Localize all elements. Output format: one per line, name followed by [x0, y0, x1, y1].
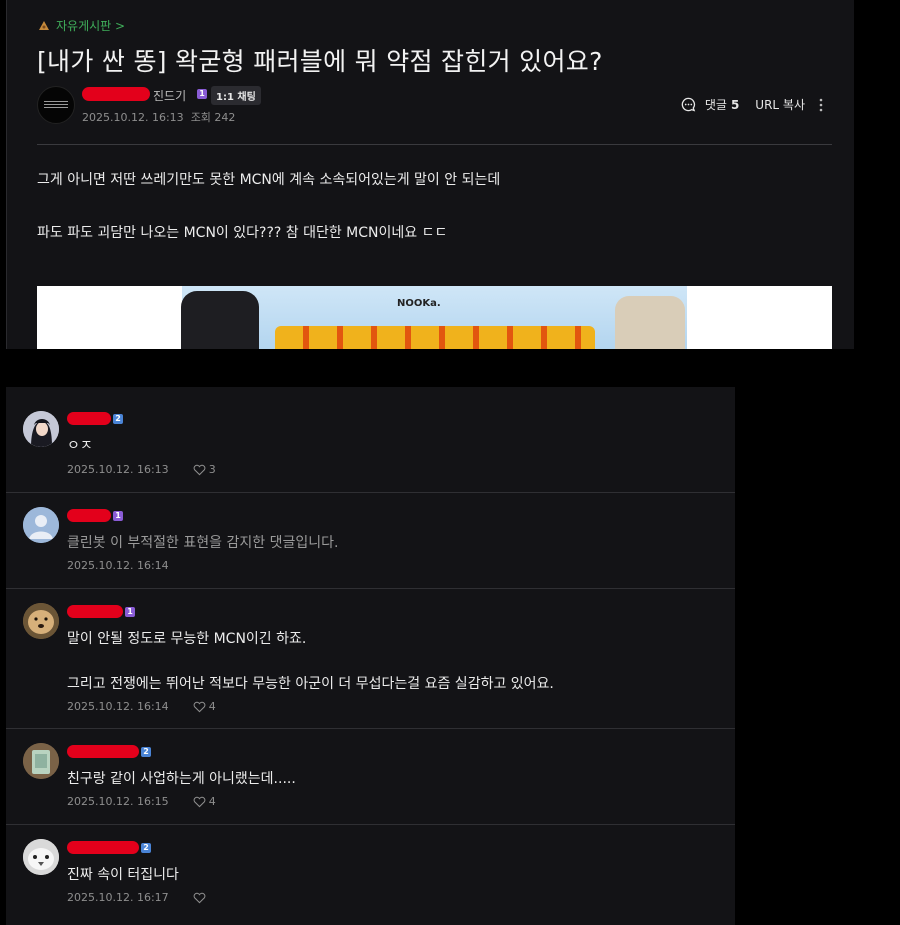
panel-border: [6, 0, 7, 349]
post-meta: 2025.10.12. 16:13 조회 242: [82, 109, 235, 125]
banner-chair-light: [615, 296, 685, 349]
comment-item: 2 친구랑 같이 사업하는게 아니랬는데..... 2025.10.12. 16…: [6, 729, 735, 825]
comment-list: 2 ㅇㅈ 2025.10.12. 16:13 3 1 클린봇 이 부적절한 표현…: [6, 387, 735, 925]
anime-avatar-icon: [23, 411, 59, 447]
comment-item: 2 ㅇㅈ 2025.10.12. 16:13 3: [6, 387, 735, 493]
chat-button[interactable]: 1:1 채팅: [211, 86, 261, 105]
author-level-badge: 1: [197, 89, 207, 99]
photo-avatar-icon: [23, 743, 59, 779]
commenter-name[interactable]: 2: [67, 745, 151, 758]
comment-date: 2025.10.12. 16:15: [67, 795, 169, 808]
commenter-name-redacted[interactable]: [67, 841, 139, 854]
default-person-icon: [23, 507, 59, 543]
comment-text: ㅇㅈ: [67, 438, 93, 454]
post-date: 2025.10.12. 16:13: [82, 111, 184, 124]
commenter-name-redacted[interactable]: [67, 412, 111, 425]
more-options-icon[interactable]: [819, 98, 823, 112]
commenter-avatar[interactable]: [23, 507, 59, 543]
banner-chair-dark: [181, 291, 259, 349]
commenter-name-redacted[interactable]: [67, 509, 111, 522]
level-badge: 2: [113, 413, 123, 424]
post-actions: 댓글 5 URL 복사: [681, 96, 823, 113]
comment-text: 그리고 전쟁에는 뛰어난 적보다 무능한 아군이 더 무섭다는걸 요즘 실감하고…: [67, 676, 554, 692]
comment-date: 2025.10.12. 16:17: [67, 891, 169, 904]
heart-icon[interactable]: [193, 796, 206, 808]
author-avatar[interactable]: [37, 86, 75, 124]
comment-text: 진짜 속이 터집니다: [67, 867, 179, 883]
commenter-name-redacted[interactable]: [67, 605, 123, 618]
comment-meta: 2025.10.12. 16:17: [67, 891, 209, 904]
comment-icon[interactable]: [681, 97, 696, 112]
article-panel: 자유게시판 > [내가 싼 똥] 왁굳형 패러블에 뭐 약점 잡힌거 있어요? …: [6, 0, 854, 349]
post-body-paragraph: 파도 파도 괴담만 나오는 MCN이 있다??? 참 대단한 MCN이네요 ㄷㄷ: [37, 225, 448, 241]
post-body-paragraph: 그게 아니면 저딴 쓰레기만도 못한 MCN에 계속 소속되어있는게 말이 안 …: [37, 172, 501, 188]
header-divider: [37, 144, 832, 145]
commenter-name[interactable]: 2: [67, 412, 123, 425]
author-nick[interactable]: 진드기: [153, 87, 186, 104]
comment-count[interactable]: 5: [731, 98, 739, 112]
dog-avatar-icon: [23, 603, 59, 639]
commenter-name-redacted[interactable]: [67, 745, 139, 758]
commenter-avatar[interactable]: [23, 411, 59, 447]
like-count[interactable]: 4: [209, 700, 216, 713]
post-title: [내가 싼 똥] 왁굳형 패러블에 뭐 약점 잡힌거 있어요?: [37, 47, 603, 76]
commenter-avatar[interactable]: [23, 603, 59, 639]
commenter-avatar[interactable]: [23, 839, 59, 875]
comment-meta: 2025.10.12. 16:14: [67, 559, 169, 572]
heart-icon[interactable]: [193, 892, 206, 904]
author-name-redacted[interactable]: [82, 87, 150, 101]
post-views: 조회 242: [190, 111, 236, 124]
author-avatar-logo: [44, 101, 68, 109]
comment-text: 친구랑 같이 사업하는게 아니랬는데.....: [67, 771, 296, 787]
comment-date: 2025.10.12. 16:14: [67, 559, 169, 572]
comment-date: 2025.10.12. 16:13: [67, 463, 169, 476]
comment-meta: 2025.10.12. 16:14 4: [67, 700, 216, 713]
comment-meta: 2025.10.12. 16:15 4: [67, 795, 216, 808]
like-count[interactable]: 3: [209, 463, 216, 476]
comment-item: 1 클린봇 이 부적절한 표현을 감지한 댓글입니다. 2025.10.12. …: [6, 493, 735, 589]
heart-icon[interactable]: [193, 464, 206, 476]
commenter-name[interactable]: 1: [67, 509, 123, 522]
comment-text-blocked: 클린봇 이 부적절한 표현을 감지한 댓글입니다.: [67, 535, 339, 551]
comment-date: 2025.10.12. 16:14: [67, 700, 169, 713]
level-badge: 2: [141, 746, 151, 757]
url-copy-button[interactable]: URL 복사: [755, 96, 805, 113]
banner-headline-art: [275, 326, 595, 349]
level-badge: 2: [141, 842, 151, 853]
commenter-name[interactable]: 2: [67, 841, 151, 854]
level-badge: 1: [125, 606, 135, 617]
comment-meta: 2025.10.12. 16:13 3: [67, 463, 216, 476]
board-name[interactable]: 자유게시판 >: [56, 17, 125, 34]
board-breadcrumb[interactable]: 자유게시판 >: [38, 17, 125, 34]
comment-label[interactable]: 댓글: [705, 96, 727, 113]
commenter-avatar[interactable]: [23, 743, 59, 779]
comment-item: 2 진짜 속이 터집니다 2025.10.12. 16:17: [6, 825, 735, 925]
level-badge: 1: [113, 510, 123, 521]
author-row: 진드기 1 1:1 채팅 2025.10.12. 16:13 조회 242 댓글…: [37, 85, 837, 124]
banner-brand: NOOKa.: [397, 298, 441, 309]
heart-icon[interactable]: [193, 701, 206, 713]
bird-avatar-icon: [23, 839, 59, 875]
board-icon: [39, 20, 49, 30]
comment-item: 1 말이 안될 정도로 무능한 MCN이긴 하죠. 그리고 전쟁에는 뛰어난 적…: [6, 589, 735, 729]
comment-text: 말이 안될 정도로 무능한 MCN이긴 하죠.: [67, 631, 307, 647]
post-image-banner[interactable]: NOOKa.: [37, 286, 832, 349]
commenter-name[interactable]: 1: [67, 605, 135, 618]
like-count[interactable]: 4: [209, 795, 216, 808]
